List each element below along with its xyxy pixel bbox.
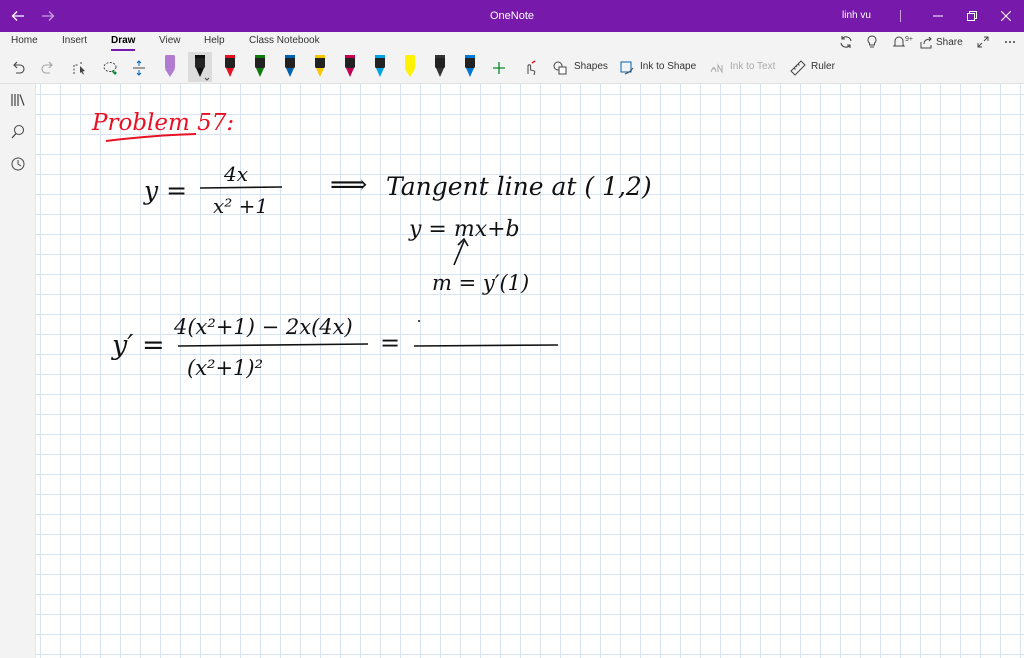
redo-icon[interactable]	[36, 56, 60, 80]
more-icon[interactable]	[1004, 32, 1016, 52]
eq1-fraction-bar	[199, 186, 283, 189]
pen-pen-11[interactable]	[458, 52, 482, 82]
ink-to-text-icon	[705, 56, 729, 80]
problem-heading: Problem 57:	[91, 110, 234, 136]
lightbulb-icon[interactable]	[866, 32, 878, 52]
slope-equation: m = y′(1)	[432, 271, 529, 295]
pen-pen-4[interactable]	[248, 52, 272, 82]
lasso-icon[interactable]	[98, 56, 122, 80]
pen-highlighter-1[interactable]	[158, 52, 182, 82]
menu-bar: Home Insert Draw View Help Class Noteboo…	[0, 32, 1024, 52]
pen-pen-6[interactable]	[308, 52, 332, 82]
eq1-numerator: 4x	[223, 162, 248, 186]
forward-arrow-icon[interactable]	[32, 0, 64, 32]
sync-icon[interactable]	[839, 32, 853, 52]
answer-fraction-bar	[413, 344, 559, 347]
derivative-denominator: (x²+1)²	[187, 356, 263, 380]
pen-pen-2[interactable]	[188, 52, 212, 82]
tab-view[interactable]: View	[159, 34, 181, 48]
pen-pen-7[interactable]	[338, 52, 362, 82]
ink-to-shape-icon[interactable]	[615, 56, 639, 80]
eq1-lhs: y =	[143, 176, 187, 205]
bell-icon[interactable]: 9+	[893, 32, 913, 52]
titlebar-divider	[900, 10, 901, 22]
recent-icon[interactable]	[8, 154, 28, 174]
add-space-icon[interactable]	[127, 56, 151, 80]
arrow-to-slope	[453, 237, 469, 266]
note-canvas[interactable]: Problem 57: y = 4x x² +1 ⟹ Tangent line …	[36, 84, 1024, 658]
share-button[interactable]: Share	[920, 32, 963, 52]
user-name[interactable]: linh vu	[842, 0, 871, 32]
pen-highlighter-9[interactable]	[398, 52, 422, 82]
tab-class-notebook[interactable]: Class Notebook	[249, 34, 320, 48]
shapes-icon[interactable]	[548, 56, 572, 80]
pen-pen-3[interactable]	[218, 52, 242, 82]
derivative-fraction-bar	[177, 343, 369, 347]
tab-insert[interactable]: Insert	[62, 34, 87, 48]
ink-to-text-button: Ink to Text	[730, 61, 776, 72]
derivative-numerator: 4(x²+1) − 2x(4x)	[173, 315, 353, 339]
share-label: Share	[936, 36, 963, 48]
lasso-select-icon[interactable]	[68, 56, 92, 80]
derivative-lhs: y′ =	[111, 330, 165, 361]
pen-pencil-10[interactable]	[428, 52, 452, 82]
ruler-button[interactable]: Ruler	[811, 61, 835, 72]
restore-icon[interactable]	[956, 0, 988, 32]
close-icon[interactable]	[990, 0, 1022, 32]
eq1-denominator: x² +1	[213, 194, 268, 218]
tangent-line-text: Tangent line at ( 1,2)	[386, 172, 652, 201]
plus-icon[interactable]	[487, 56, 511, 80]
touch-draw-icon[interactable]	[518, 56, 542, 80]
pen-pen-5[interactable]	[278, 52, 302, 82]
title-bar: OneNote linh vu	[0, 0, 1024, 32]
ink-to-shape-button[interactable]: Ink to Shape	[640, 61, 696, 72]
undo-icon[interactable]	[6, 56, 30, 80]
ink-layer: Problem 57: y = 4x x² +1 ⟹ Tangent line …	[91, 110, 652, 380]
minimize-icon[interactable]	[922, 0, 954, 32]
ruler-icon[interactable]	[786, 56, 810, 80]
left-navigation	[0, 84, 36, 658]
implies-arrow: ⟹	[330, 170, 367, 200]
tab-draw[interactable]: Draw	[111, 34, 136, 51]
ink-dot	[418, 320, 420, 322]
shapes-button[interactable]: Shapes	[574, 61, 608, 72]
draw-ribbon: Shapes Ink to Shape Ink to Text Ruler	[0, 52, 1024, 84]
search-icon[interactable]	[8, 122, 28, 142]
tab-home[interactable]: Home	[11, 34, 38, 48]
derivative-equals: =	[380, 329, 400, 357]
expand-icon[interactable]	[977, 32, 989, 52]
notebooks-icon[interactable]	[8, 90, 28, 110]
tab-help[interactable]: Help	[204, 34, 225, 48]
share-icon	[920, 36, 933, 49]
notification-count: 9+	[905, 35, 913, 43]
pen-pen-8[interactable]	[368, 52, 392, 82]
back-arrow-icon[interactable]	[2, 0, 34, 32]
